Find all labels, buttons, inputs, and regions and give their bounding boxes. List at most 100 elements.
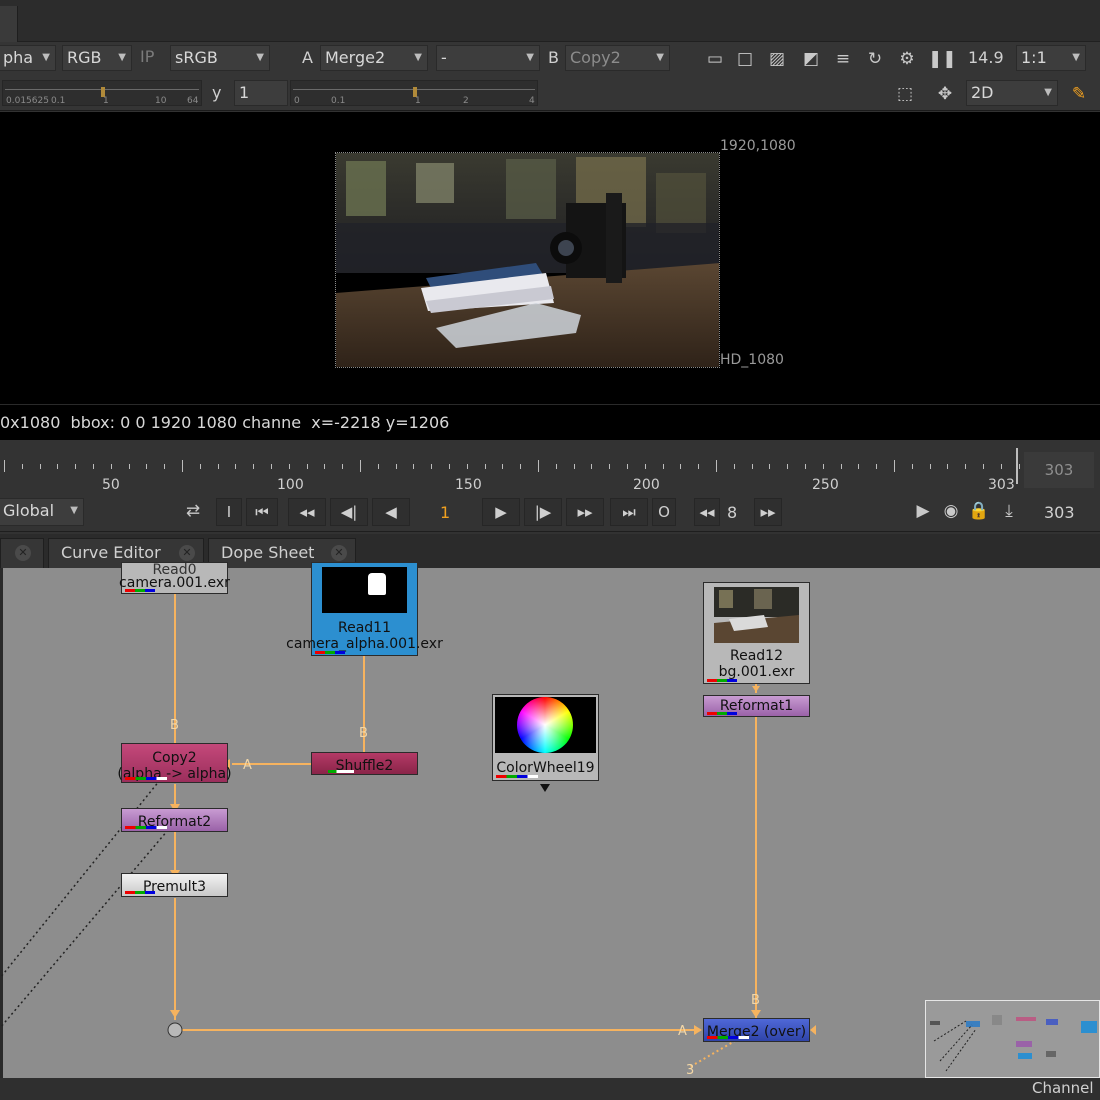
channel-set-value: pha [3,48,34,67]
pin-label-a: A [243,758,252,773]
step-forward-button[interactable]: |▶ [524,498,562,526]
timeline-tick-label: 200 [633,477,660,493]
pin-label-b: B [359,726,368,741]
region-select-icon[interactable]: ⬚ [894,83,916,105]
timeline-tick [413,464,415,469]
roi-icon[interactable]: □ [734,48,756,70]
node-thumbnail [495,697,596,753]
settings-gear-icon[interactable]: ⚙ [896,48,918,70]
zoom-value[interactable]: 14.9 [968,46,1004,70]
close-icon[interactable]: ✕ [179,545,195,561]
viewer-info-text: 0x1080 bbox: 0 0 1920 1080 channe x=-221… [0,413,450,432]
loop-mode-icon[interactable]: ⇄ [182,500,204,522]
current-frame[interactable]: 1 [440,501,450,525]
wipe-op-dropdown[interactable]: - ▼ [436,45,540,71]
chevron-down-icon: ▼ [526,52,534,63]
timeline-tick [182,460,183,472]
wipe-op-value: - [441,48,447,67]
arrow-head [170,1010,180,1018]
chevron-down-icon: ▼ [256,52,264,63]
prev-keyframe-button[interactable]: ◂◂ [288,498,326,526]
expression-link [0,829,169,1029]
gain-tick-3: 10 [155,96,167,106]
lut-dropdown[interactable]: sRGB ▼ [170,45,270,71]
prev-increment-button[interactable]: ◀| [330,498,368,526]
tab-node-graph[interactable]: ✕ [0,538,44,568]
timeline-tick [1018,464,1020,469]
gain-slider[interactable]: 0.015625 0.1 1 10 64 [2,80,202,106]
merge2-node[interactable]: Merge2 (over) [703,1018,810,1042]
step-back-button[interactable]: ◀ [372,498,410,526]
next-keyframe-button[interactable]: ▸▸ [566,498,604,526]
record-icon[interactable]: ◉ [940,500,962,522]
timeline-tick [538,460,539,472]
range-mode-value: Global [3,501,55,520]
timeline-tick [502,464,504,469]
timeline-tick [929,464,931,469]
refresh-icon[interactable]: ↻ [864,48,886,70]
timeline-tick [609,464,611,469]
last-frame-button[interactable]: ⏭ [610,498,648,526]
pause-icon[interactable]: ❚❚ [928,48,957,70]
close-icon[interactable]: ✕ [15,545,31,561]
in-point-button[interactable]: I [216,498,242,526]
read-node-top[interactable]: Read0 camera.001.exr [119,562,230,594]
bottom-status-bar: Channel [0,1078,1100,1100]
read12-node[interactable]: Read12 bg.001.exr [703,582,810,684]
timeline-tick-label: 303 [988,477,1015,493]
mask-overlay-icon[interactable]: ◩ [800,48,822,70]
overscan-icon[interactable]: ▭ [704,48,726,70]
gamma-input[interactable]: 1 [234,80,288,106]
viewer-tab[interactable] [0,6,18,42]
gamma-slider[interactable]: 0 0.1 1 2 4 [290,80,538,106]
lock-icon[interactable]: 🔒 [968,500,990,522]
input-a-dropdown[interactable]: Merge2 ▼ [320,45,428,71]
timeline-tick [271,464,272,469]
display-channels-dropdown[interactable]: RGB ▼ [62,45,132,71]
timeline-tick [466,464,468,469]
flipbook-icon[interactable]: ▶ [912,500,934,522]
first-frame-button[interactable]: ⏮ [246,498,278,526]
channel-set-dropdown[interactable]: pha ▼ [0,45,56,71]
color-picker-icon[interactable]: ✎ [1068,83,1090,105]
out-frame-value[interactable]: 303 [1044,501,1075,525]
close-icon[interactable]: ✕ [331,545,347,561]
timeline-ruler[interactable] [0,446,1020,490]
ip-button[interactable]: IP [140,45,154,69]
play-forward-button[interactable]: ▶ [482,498,520,526]
step-value[interactable]: 8 [727,501,737,525]
read11-node[interactable]: Read11 camera_alpha.001.exr [286,562,443,656]
alpha-matte-shape [368,573,386,595]
timeline-tick-label: 150 [455,477,482,493]
copy2-node[interactable]: Copy2 (alpha -> alpha) [117,743,232,783]
colorwheel19-node[interactable]: ColorWheel19 [492,694,599,781]
node-graph-minimap[interactable] [925,1000,1100,1078]
node-thumbnail [322,567,407,613]
gain-tick-4: 64 [187,96,199,106]
increment-step-button[interactable]: ▸▸ [754,498,782,526]
minimap-preview [930,1015,1097,1072]
reformat1-node[interactable]: Reformat1 [703,695,810,717]
guides-icon[interactable]: ≡ [832,48,854,70]
view-mode-dropdown[interactable]: 2D ▼ [966,80,1058,106]
decrement-step-button[interactable]: ◂◂ [694,498,720,526]
reformat2-node[interactable]: Reformat2 [121,808,228,832]
premult3-node[interactable]: Premult3 [121,873,228,897]
timeline-end-frame[interactable]: 303 [1024,452,1094,488]
timeline-tick [75,464,77,469]
input-b-dropdown[interactable]: Copy2 ▼ [565,45,670,71]
clip-warning-icon[interactable]: ▨ [766,48,788,70]
gamma-tick-4: 4 [529,96,535,106]
out-point-button[interactable]: O [652,498,676,526]
timeline-tick [93,464,94,469]
range-mode-dropdown[interactable]: Global ▼ [0,498,84,526]
lut-value: sRGB [175,48,218,67]
timeline-tick [716,460,717,472]
transform-handles-icon[interactable]: ✥ [934,83,956,105]
proxy-dropdown[interactable]: 1:1 ▼ [1016,45,1086,71]
playback-options-icon[interactable]: ⤓ [998,500,1020,522]
color-wheel-swatch [517,697,573,753]
timeline-tick [235,464,237,469]
shuffle2-node[interactable]: Shuffle2 [311,752,418,775]
timeline-tick [306,464,308,469]
